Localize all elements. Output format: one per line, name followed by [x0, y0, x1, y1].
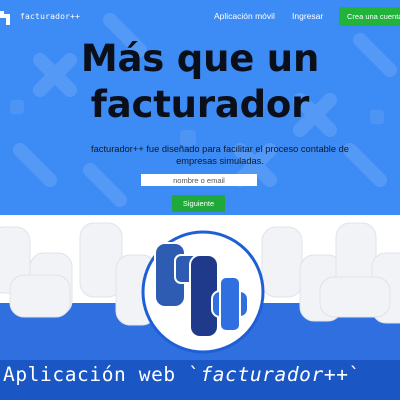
navbar: facturador++ Aplicación móvil Ingresar C…	[0, 0, 400, 34]
banner-caption: Aplicación web `facturador++`	[0, 362, 400, 400]
headline-line-2: facturador	[90, 83, 310, 126]
caption-prefix: Aplicación web `	[3, 363, 201, 386]
page-title: Más que un facturador	[0, 36, 400, 128]
nav-link-mobile-app[interactable]: Aplicación móvil	[214, 11, 275, 21]
caption-app-name: facturador++	[200, 363, 349, 386]
caption-suffix: `	[348, 363, 361, 386]
app-banner: Aplicación web `facturador++`	[0, 215, 400, 400]
headline-line-1: Más que un	[80, 37, 320, 80]
logo-icon[interactable]	[0, 10, 14, 26]
hero-section: facturador++ Aplicación móvil Ingresar C…	[0, 0, 400, 215]
nav-link-login[interactable]: Ingresar	[292, 11, 323, 21]
hero-subtitle: facturador++ fue diseñado para facilitar…	[91, 144, 349, 166]
next-button[interactable]: Siguiente	[172, 195, 225, 212]
logo-text[interactable]: facturador++	[20, 12, 80, 21]
email-field[interactable]	[141, 174, 257, 186]
create-account-button[interactable]: Crea una cuenta	[339, 7, 400, 26]
